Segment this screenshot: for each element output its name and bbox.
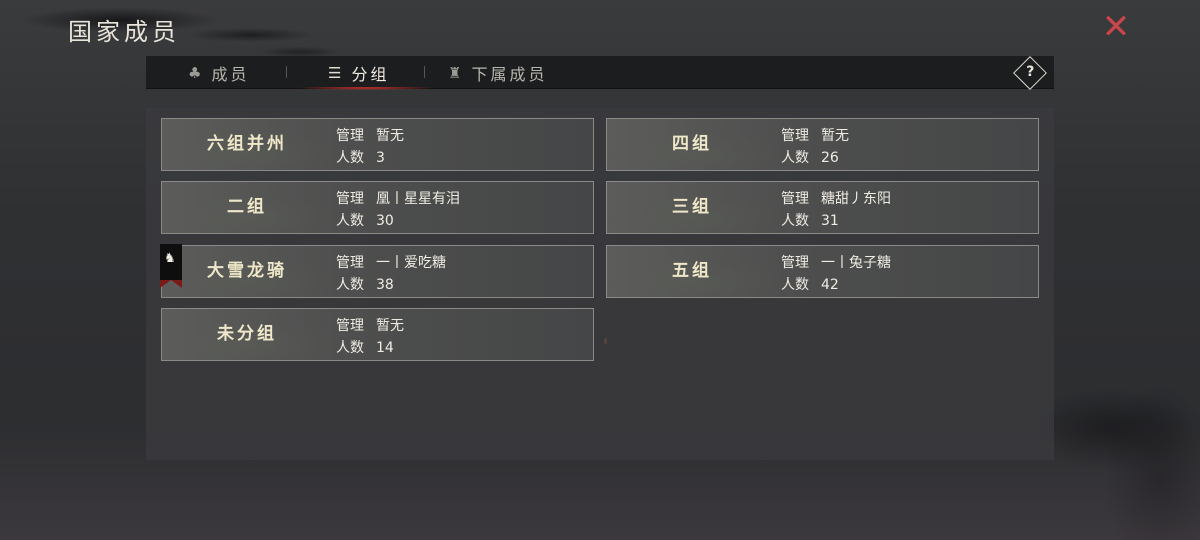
tab-label: 下属成员: [471, 64, 548, 84]
manager-value: 暂无: [376, 318, 404, 334]
count-value: 38: [376, 277, 394, 293]
count-row: 人数 30: [336, 210, 394, 230]
manager-label: 管理: [336, 128, 364, 144]
count-label: 人数: [781, 150, 809, 166]
manager-row: 管理 暂无: [336, 125, 404, 145]
close-icon: ✕: [1101, 7, 1131, 47]
count-label: 人数: [336, 340, 364, 356]
count-row: 人数 42: [781, 274, 839, 294]
group-card[interactable]: ♞ 大雪龙骑 管理 一丨爱吃糖 人数 38: [160, 244, 594, 298]
manager-label: 管理: [781, 191, 809, 207]
tab-label: 分组: [351, 64, 390, 84]
count-label: 人数: [336, 150, 364, 166]
group-name: 三组: [672, 197, 712, 217]
group-name: 未分组: [217, 324, 277, 344]
tab-groups[interactable]: ☰ 分组: [328, 56, 389, 89]
count-value: 26: [821, 150, 839, 166]
count-value: 31: [821, 213, 839, 229]
manager-value: 暂无: [821, 128, 849, 144]
count-row: 人数 26: [781, 147, 839, 167]
group-card[interactable]: 五组 管理 一丨兔子糖 人数 42: [606, 245, 1039, 298]
help-button[interactable]: ?: [1013, 56, 1047, 90]
count-label: 人数: [781, 277, 809, 293]
tab-members[interactable]: ♣ 成员: [188, 56, 249, 89]
manager-row: 管理 暂无: [781, 125, 849, 145]
count-label: 人数: [336, 277, 364, 293]
manager-label: 管理: [336, 255, 364, 271]
manager-value: 暂无: [376, 128, 404, 144]
tab-bar: ♣ 成员 ☰ 分组 ♜ 下属成员 ?: [146, 56, 1054, 90]
tab-label: 成员: [211, 64, 250, 84]
group-card[interactable]: 四组 管理 暂无 人数 26: [606, 118, 1039, 171]
group-name: 五组: [672, 261, 712, 281]
group-card[interactable]: 六组并州 管理 暂无 人数 3: [161, 118, 594, 171]
group-card[interactable]: 三组 管理 糖甜丿东阳 人数 31: [606, 181, 1039, 234]
manager-row: 管理 凰丨星星有泪: [336, 188, 460, 208]
count-row: 人数 14: [336, 337, 394, 357]
group-name: 六组并州: [207, 134, 287, 154]
page-title: 国家成员: [68, 18, 180, 46]
group-card[interactable]: 未分组 管理 暂无 人数 14: [161, 308, 594, 361]
tab-divider: [424, 66, 425, 78]
count-row: 人数 31: [781, 210, 839, 230]
manager-value: 凰丨星星有泪: [376, 191, 460, 207]
count-label: 人数: [336, 213, 364, 229]
manager-value: 一丨兔子糖: [821, 255, 891, 271]
manager-row: 管理 一丨爱吃糖: [336, 252, 446, 272]
manager-label: 管理: [336, 318, 364, 334]
close-button[interactable]: ✕: [1100, 10, 1132, 44]
count-value: 14: [376, 340, 394, 356]
group-name: 大雪龙骑: [207, 261, 287, 281]
group-card[interactable]: 二组 管理 凰丨星星有泪 人数 30: [161, 181, 594, 234]
group-name: 四组: [672, 134, 712, 154]
tower-icon: ♜: [448, 63, 465, 82]
manager-label: 管理: [781, 128, 809, 144]
count-row: 人数 3: [336, 147, 385, 167]
question-icon: ?: [1026, 64, 1035, 81]
manager-label: 管理: [781, 255, 809, 271]
count-value: 42: [821, 277, 839, 293]
count-value: 30: [376, 213, 394, 229]
manager-row: 管理 糖甜丿东阳: [781, 188, 891, 208]
active-tab-indicator: [296, 87, 436, 90]
list-icon: ☰: [328, 63, 345, 82]
manager-row: 管理 暂无: [336, 315, 404, 335]
group-name: 二组: [227, 197, 267, 217]
count-row: 人数 38: [336, 274, 394, 294]
count-label: 人数: [781, 213, 809, 229]
tab-divider: [286, 66, 287, 78]
tab-subordinate-members[interactable]: ♜ 下属成员: [448, 56, 547, 89]
manager-row: 管理 一丨兔子糖: [781, 252, 891, 272]
manager-value: 一丨爱吃糖: [376, 255, 446, 271]
count-value: 3: [376, 150, 385, 166]
groups-panel: 六组并州 管理 暂无 人数 3 四组 管理 暂无 人数 26 二组 管理 凰丨星星有泪 人…: [146, 108, 1054, 460]
bell-icon: ♣: [188, 63, 205, 82]
manager-value: 糖甜丿东阳: [821, 191, 891, 207]
manager-label: 管理: [336, 191, 364, 207]
